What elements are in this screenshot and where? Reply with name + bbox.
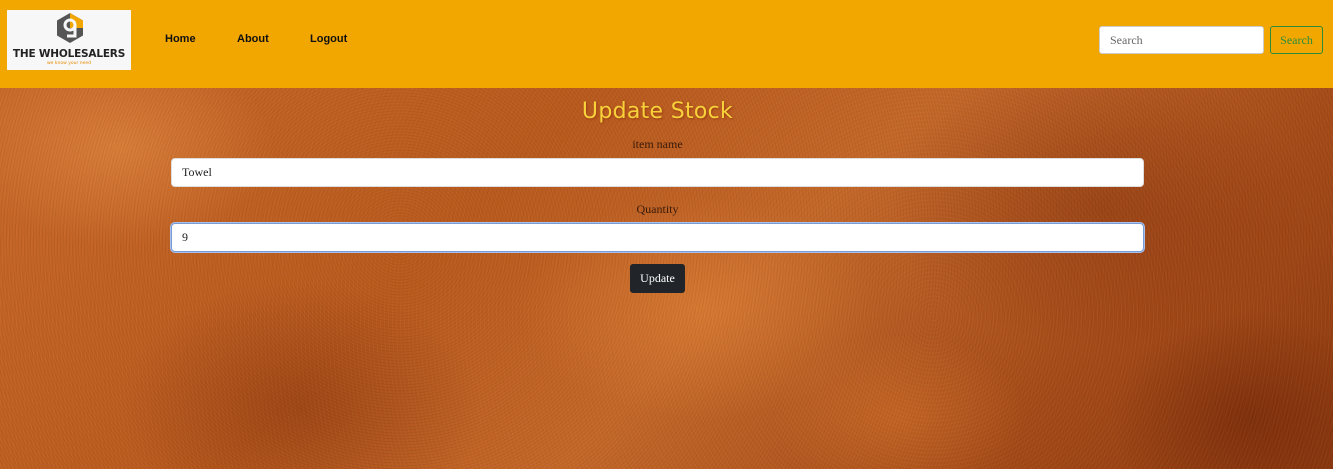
update-button[interactable]: Update xyxy=(630,264,685,293)
nav-logout-link[interactable]: Logout xyxy=(310,33,347,45)
nav-home-link[interactable]: Home xyxy=(165,33,196,45)
navbar: THE WHOLESALERS we know your need Home A… xyxy=(0,0,1333,88)
brand-tagline: we know your need xyxy=(47,61,91,66)
search-input[interactable] xyxy=(1099,26,1264,54)
brand-logo[interactable]: THE WHOLESALERS we know your need xyxy=(7,10,131,70)
search-button[interactable]: Search xyxy=(1270,26,1323,54)
brand-name: THE WHOLESALERS xyxy=(12,48,126,60)
quantity-label: Quantity xyxy=(636,202,679,216)
item-name-label: item name xyxy=(632,137,683,151)
item-name-input[interactable] xyxy=(171,158,1144,187)
quantity-input[interactable] xyxy=(171,223,1144,252)
page-title: Update Stock xyxy=(581,99,734,124)
hexagon-9-logo-icon xyxy=(57,13,83,43)
nav-about-link[interactable]: About xyxy=(237,33,269,45)
